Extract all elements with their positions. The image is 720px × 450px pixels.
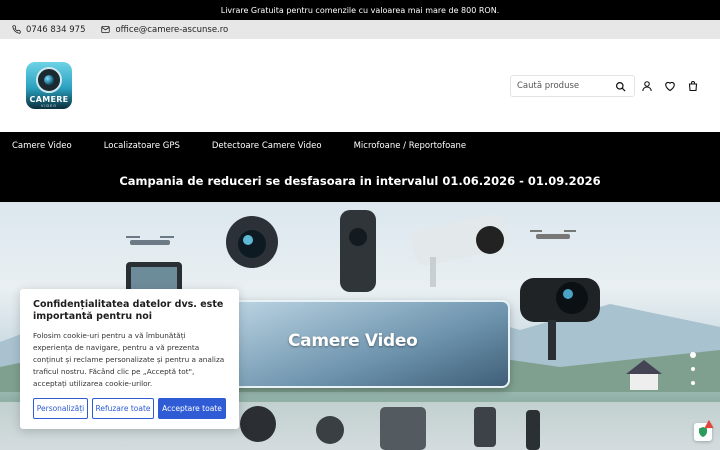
main-navigation: Camere Video Localizatoare GPS Detectoar…	[0, 132, 720, 159]
accept-all-cookies-button[interactable]: Acceptare toate	[158, 398, 226, 419]
hero-title: Camere Video	[288, 331, 418, 351]
email-address: office@camere-ascunse.ro	[115, 24, 229, 35]
lens-center	[44, 75, 54, 85]
nav-item-detectoare[interactable]: Detectoare Camere Video	[212, 141, 322, 151]
camera-lens-graphic	[36, 67, 62, 93]
email-contact[interactable]: office@camere-ascunse.ro	[101, 25, 228, 35]
nav-item-microfoane[interactable]: Microfoane / Reportofoane	[354, 141, 467, 151]
slider-dot-2[interactable]	[691, 367, 695, 371]
logo-text: CAMERE	[29, 95, 69, 104]
contact-bar: 0746 834 975 office@camere-ascunse.ro	[0, 20, 720, 39]
reject-all-cookies-button[interactable]: Refuzare toate	[92, 398, 154, 419]
heart-icon[interactable]	[664, 80, 676, 92]
cookie-actions: Personalizăți Refuzare toate Acceptare t…	[33, 398, 226, 419]
nav-item-localizatoare-gps[interactable]: Localizatoare GPS	[104, 141, 180, 151]
phone-icon	[12, 25, 21, 34]
cookie-consent-dialog: Confidențialitatea datelor dvs. este imp…	[20, 289, 239, 429]
site-header: CAMERE VIDEO	[0, 39, 720, 132]
phone-contact[interactable]: 0746 834 975	[12, 25, 85, 35]
slider-dot-3[interactable]	[691, 381, 695, 385]
warning-icon	[704, 419, 714, 429]
free-shipping-bar: Livrare Gratuita pentru comenzile cu val…	[0, 0, 720, 20]
search-box	[510, 75, 635, 97]
free-shipping-text: Livrare Gratuita pentru comenzile cu val…	[220, 5, 500, 15]
cookie-description: Folosim cookie-uri pentru a vă îmbunătăț…	[33, 331, 225, 388]
customize-cookies-button[interactable]: Personalizăți	[33, 398, 88, 419]
nav-item-camere-video[interactable]: Camere Video	[12, 141, 72, 151]
cookie-title: Confidențialitatea datelor dvs. este imp…	[33, 299, 224, 322]
bag-icon[interactable]	[687, 80, 699, 92]
logo-subtext: VIDEO	[40, 104, 58, 108]
user-icon[interactable]	[641, 80, 653, 92]
phone-number: 0746 834 975	[26, 24, 86, 35]
promo-text: Campania de reduceri se desfasoara in in…	[119, 173, 601, 188]
search-input[interactable]	[517, 81, 613, 91]
slider-dot-1[interactable]	[690, 352, 696, 358]
envelope-icon	[101, 26, 111, 33]
site-logo[interactable]: CAMERE VIDEO	[26, 62, 72, 109]
trust-badge-widget[interactable]	[694, 419, 714, 441]
search-icon[interactable]	[615, 81, 626, 92]
promo-banner: Campania de reduceri se desfasoara in in…	[0, 159, 720, 202]
